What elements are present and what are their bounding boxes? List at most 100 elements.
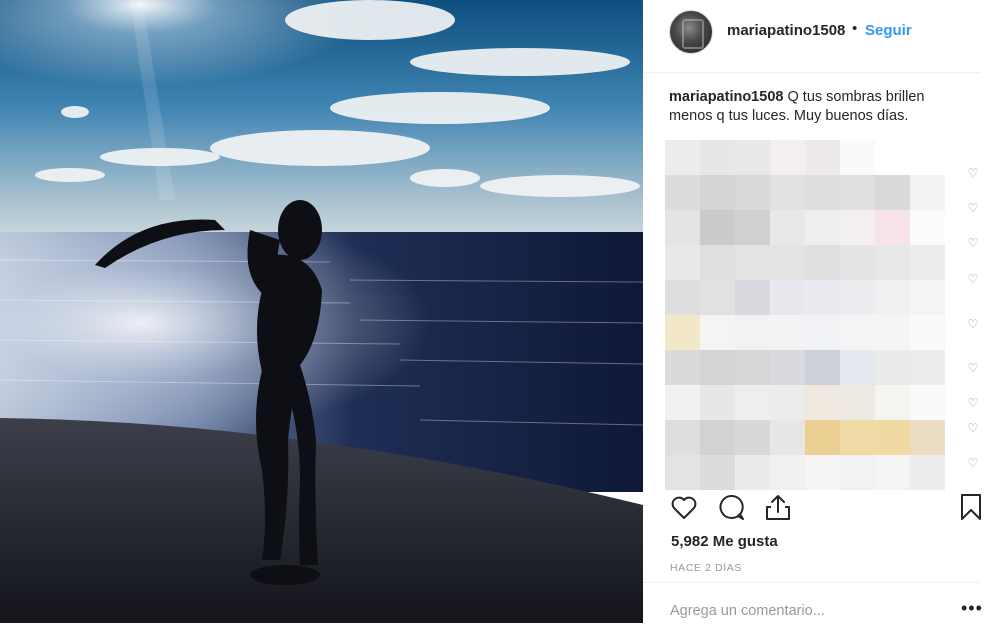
- pixel-block: [735, 140, 770, 175]
- pixel-block: [875, 315, 910, 350]
- post-header: mariapatino1508 • Seguir: [643, 0, 980, 73]
- pixel-block: [700, 175, 735, 210]
- pixel-block: [770, 455, 805, 490]
- pixel-block: [735, 350, 770, 385]
- pixel-block: [805, 315, 840, 350]
- comment-like-icon[interactable]: ♡: [967, 457, 979, 469]
- pixel-block: [665, 210, 700, 245]
- pixel-block: [805, 455, 840, 490]
- post-caption: mariapatino1508 Q tus sombras brillen me…: [669, 88, 969, 126]
- pixel-block: [770, 140, 805, 175]
- comment-like-icon[interactable]: ♡: [967, 362, 979, 374]
- pixel-block: [910, 350, 945, 385]
- pixel-block: [910, 210, 945, 245]
- username-link[interactable]: mariapatino1508: [727, 22, 845, 39]
- pixelated-comments: [665, 140, 947, 490]
- post-actions: [643, 486, 1000, 530]
- comment-like-icon[interactable]: ♡: [967, 167, 979, 179]
- comments-list-blurred: [665, 140, 947, 490]
- pixel-block: [910, 140, 945, 175]
- pixel-block: [840, 140, 875, 175]
- bookmark-icon[interactable]: [956, 492, 986, 522]
- pixel-block: [840, 210, 875, 245]
- pixel-block: [665, 140, 700, 175]
- pixel-block: [770, 245, 805, 280]
- pixel-block: [805, 245, 840, 280]
- pixel-block: [910, 420, 945, 455]
- pixel-block: [735, 245, 770, 280]
- pixel-block: [910, 455, 945, 490]
- pixel-block: [910, 245, 945, 280]
- post-side-panel: mariapatino1508 • Seguir mariapatino1508…: [643, 0, 1000, 623]
- pixel-block: [840, 280, 875, 315]
- pixel-block: [700, 245, 735, 280]
- pixel-block: [805, 350, 840, 385]
- pixel-block: [665, 175, 700, 210]
- comment-like-icon[interactable]: ♡: [967, 422, 979, 434]
- pixel-block: [770, 420, 805, 455]
- post-photo[interactable]: [0, 0, 643, 623]
- pixel-block: [700, 455, 735, 490]
- pixel-block: [875, 385, 910, 420]
- comment-like-icon[interactable]: ♡: [967, 202, 979, 214]
- pixel-block: [735, 280, 770, 315]
- add-comment-bar: •••: [643, 582, 983, 624]
- pixel-block: [665, 315, 700, 350]
- speech-bubble-icon[interactable]: [716, 492, 746, 522]
- pixel-block: [770, 280, 805, 315]
- ellipsis-icon[interactable]: •••: [961, 599, 983, 617]
- pixel-block: [875, 350, 910, 385]
- comment-like-icon[interactable]: ♡: [967, 318, 979, 330]
- pixel-block: [770, 210, 805, 245]
- pixel-block: [770, 175, 805, 210]
- pixel-block: [805, 175, 840, 210]
- pixel-block: [700, 210, 735, 245]
- pixel-block: [665, 420, 700, 455]
- pixel-block: [770, 315, 805, 350]
- pixel-block: [735, 175, 770, 210]
- separator-dot: •: [852, 20, 858, 37]
- pixel-block: [805, 210, 840, 245]
- pixel-block: [875, 140, 910, 175]
- comment-like-icon[interactable]: ♡: [967, 397, 979, 409]
- pixel-block: [665, 280, 700, 315]
- pixel-block: [875, 420, 910, 455]
- pixel-block: [805, 420, 840, 455]
- pixel-block: [735, 385, 770, 420]
- pixel-block: [770, 350, 805, 385]
- pixel-block: [665, 455, 700, 490]
- pixel-block: [840, 315, 875, 350]
- pixel-block: [665, 385, 700, 420]
- pixel-block: [700, 140, 735, 175]
- pixel-block: [910, 175, 945, 210]
- pixel-block: [735, 210, 770, 245]
- pixel-block: [700, 315, 735, 350]
- pixel-block: [665, 245, 700, 280]
- beach-silhouette-photo: [0, 0, 643, 623]
- heart-outline-icon[interactable]: [669, 492, 699, 522]
- pixel-block: [910, 280, 945, 315]
- pixel-block: [875, 175, 910, 210]
- pixel-block: [875, 280, 910, 315]
- comment-like-icon[interactable]: ♡: [967, 273, 979, 285]
- pixel-block: [735, 315, 770, 350]
- pixel-block: [700, 280, 735, 315]
- pixel-block: [910, 385, 945, 420]
- pixel-block: [875, 455, 910, 490]
- pixel-block: [840, 175, 875, 210]
- pixel-block: [840, 420, 875, 455]
- comment-like-icon[interactable]: ♡: [967, 237, 979, 249]
- pixel-block: [840, 350, 875, 385]
- pixel-block: [735, 420, 770, 455]
- pixel-block: [875, 245, 910, 280]
- pixel-block: [700, 385, 735, 420]
- share-upload-icon[interactable]: [763, 492, 793, 522]
- likes-count[interactable]: 5,982 Me gusta: [671, 533, 778, 550]
- follow-button[interactable]: Seguir: [865, 22, 912, 39]
- post-timestamp[interactable]: HACE 2 DÍAS: [670, 562, 742, 574]
- caption-username[interactable]: mariapatino1508: [669, 89, 783, 105]
- avatar[interactable]: [669, 10, 713, 54]
- pixel-block: [735, 455, 770, 490]
- comment-input[interactable]: [670, 603, 930, 619]
- pixel-block: [840, 245, 875, 280]
